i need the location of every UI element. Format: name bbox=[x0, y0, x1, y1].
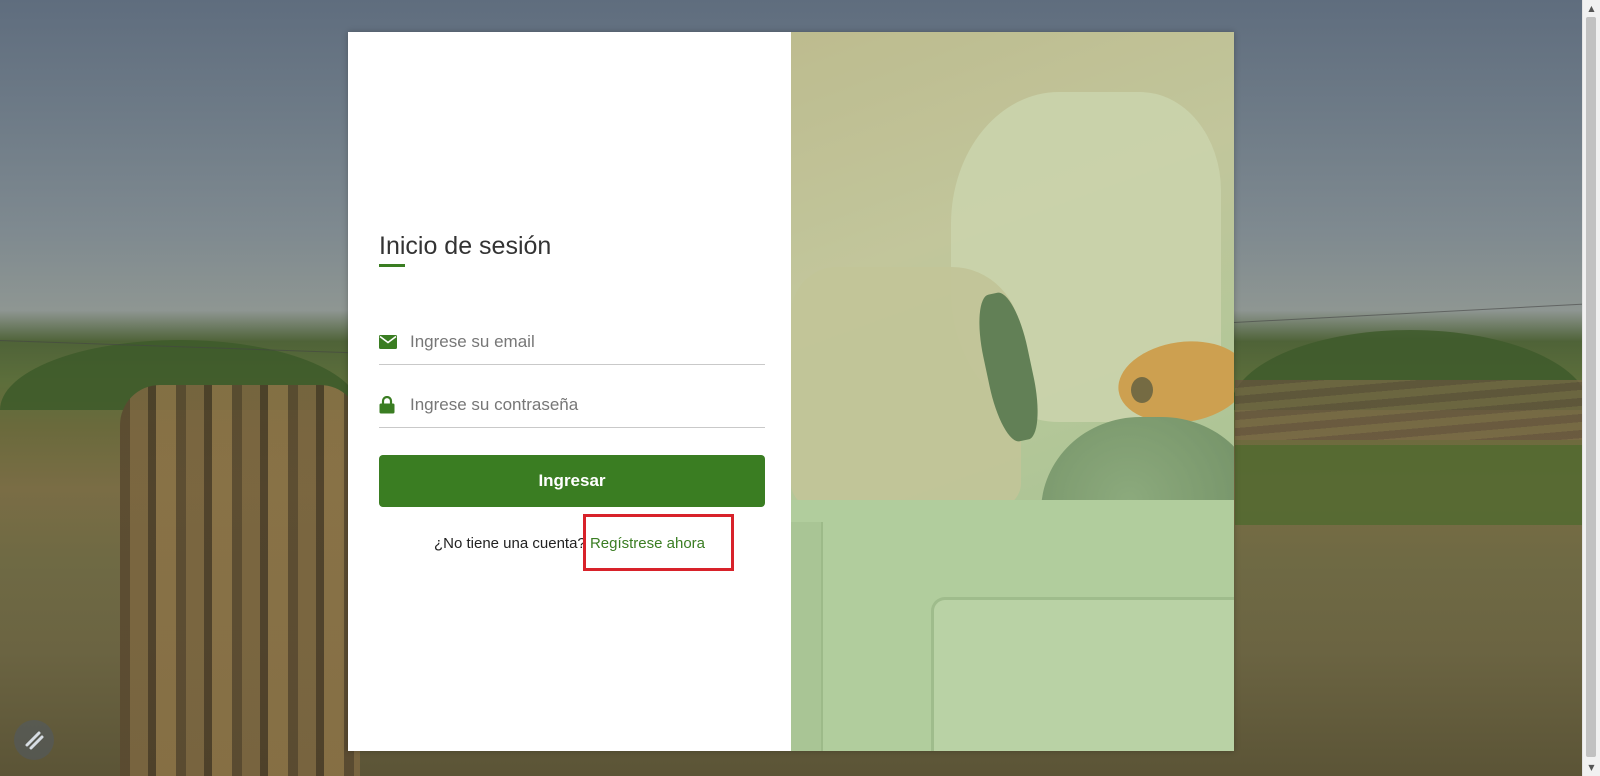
scroll-down-arrow-icon[interactable]: ▼ bbox=[1583, 759, 1600, 776]
login-card: Inicio de sesión Ingrese su email Ingres… bbox=[348, 32, 1234, 751]
lock-icon bbox=[379, 396, 410, 414]
page-title: Inicio de sesión bbox=[379, 232, 552, 260]
no-account-text: ¿No tiene una cuenta? bbox=[433, 535, 586, 552]
title-underline bbox=[379, 264, 405, 267]
login-button[interactable]: Ingresar bbox=[379, 455, 765, 507]
background-grass bbox=[1235, 445, 1583, 525]
scroll-thumb[interactable] bbox=[1586, 17, 1596, 757]
app-logo-icon[interactable] bbox=[14, 720, 54, 760]
page: Inicio de sesión Ingrese su email Ingres… bbox=[0, 0, 1600, 776]
scroll-up-arrow-icon[interactable]: ▲ bbox=[1583, 0, 1600, 17]
password-input[interactable] bbox=[410, 395, 750, 415]
background-field-stripes bbox=[1235, 380, 1583, 440]
envelope-icon bbox=[379, 335, 410, 349]
password-field[interactable] bbox=[379, 383, 765, 428]
photo-green-overlay bbox=[791, 32, 1234, 751]
register-row: ¿No tiene una cuenta? Regístrese ahora bbox=[348, 535, 791, 552]
register-link[interactable]: Regístrese ahora bbox=[590, 535, 705, 552]
background-hay-bale bbox=[120, 385, 360, 776]
vertical-scrollbar[interactable]: ▲ ▼ bbox=[1582, 0, 1600, 776]
email-input[interactable] bbox=[410, 332, 750, 352]
login-panel: Inicio de sesión Ingrese su email Ingres… bbox=[348, 32, 791, 751]
email-field[interactable] bbox=[379, 320, 765, 365]
produce-photo bbox=[791, 32, 1234, 751]
